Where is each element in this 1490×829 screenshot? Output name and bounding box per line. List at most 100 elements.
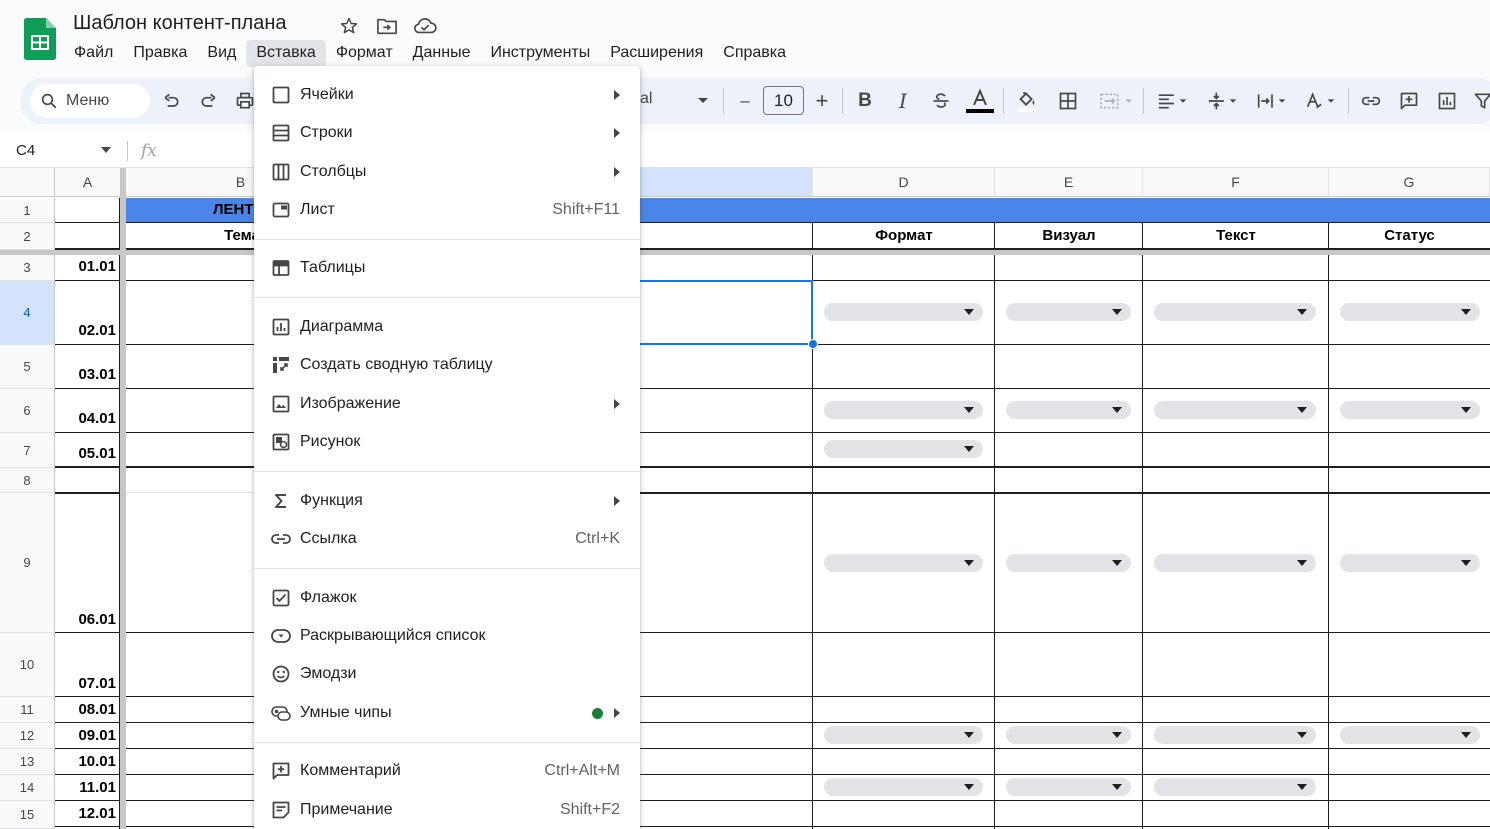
text-color-icon[interactable] [966,88,994,114]
insert-menu-item-chart[interactable]: Диаграмма [254,309,640,345]
filter-icon[interactable] [1470,88,1490,114]
menu-help[interactable]: Справка [713,40,796,67]
date-cell[interactable]: 04.01 [56,410,116,427]
dropdown-chip[interactable] [1154,554,1316,572]
dropdown-chip[interactable] [1340,726,1480,744]
column-header-g[interactable]: G [1329,168,1490,197]
dropdown-chip[interactable] [1340,303,1480,321]
insert-menu-item-comment[interactable]: Комментарий Ctrl+Alt+M [254,753,640,789]
menu-data[interactable]: Данные [403,40,481,67]
date-cell[interactable]: 07.01 [56,675,116,692]
cloud-saved-icon[interactable] [412,14,438,38]
increase-font-size-button[interactable]: + [809,88,835,114]
fill-color-icon[interactable] [1014,88,1040,114]
bold-icon[interactable]: B [852,88,878,114]
insert-menu-item-link[interactable]: Ссылка Ctrl+K [254,521,640,557]
insert-menu-item-smart-chips[interactable]: Умные чипы [254,695,640,731]
dropdown-chip[interactable] [824,401,983,419]
frozen-column-divider[interactable] [120,168,126,829]
date-cell[interactable]: 06.01 [56,611,116,628]
menu-view[interactable]: Вид [197,40,246,67]
date-cell[interactable]: 03.01 [56,366,116,383]
row-header-9[interactable]: 9 [0,493,55,633]
text-wrapping-icon[interactable] [1251,88,1293,114]
dropdown-chip[interactable] [1006,726,1131,744]
dropdown-chip[interactable] [824,554,983,572]
row-header-1[interactable]: 1 [0,198,55,223]
insert-menu-item-sheet[interactable]: Лист Shift+F11 [254,192,640,228]
date-cell[interactable]: 02.01 [56,322,116,339]
dropdown-chip[interactable] [824,778,983,796]
dropdown-chip[interactable] [1006,401,1131,419]
date-cell[interactable]: 11.01 [56,779,116,796]
selected-cell[interactable] [630,280,813,345]
undo-icon[interactable] [158,88,184,114]
menu-edit[interactable]: Правка [123,40,197,67]
dropdown-chip[interactable] [1340,554,1480,572]
menu-format[interactable]: Формат [326,40,403,67]
date-cell[interactable]: 10.01 [56,753,116,770]
document-title[interactable]: Шаблон контент-плана [73,12,287,35]
insert-menu-item-dropdown[interactable]: Раскрывающийся список [254,618,640,654]
row-header-8[interactable]: 8 [0,468,55,493]
insert-menu-item-checkbox[interactable]: Флажок [254,580,640,616]
menu-insert[interactable]: Вставка [246,40,326,67]
frozen-row-divider[interactable] [0,250,1490,255]
strikethrough-icon[interactable] [928,88,954,114]
dropdown-chip[interactable] [824,440,983,458]
dropdown-chip[interactable] [824,303,983,321]
dropdown-chip[interactable] [824,726,983,744]
row-header-5[interactable]: 5 [0,345,55,389]
date-cell[interactable]: 01.01 [56,258,116,275]
insert-menu-item-note[interactable]: Примечание Shift+F2 [254,792,640,828]
insert-chart-icon[interactable] [1434,88,1460,114]
date-cell[interactable]: 09.01 [56,727,116,744]
column-header-a[interactable]: A [55,168,121,197]
italic-icon[interactable]: I [890,88,916,114]
dropdown-chip[interactable] [1340,401,1480,419]
insert-menu-item-function[interactable]: Функция [254,483,640,519]
row-header-4[interactable]: 4 [0,281,55,345]
dropdown-chip[interactable] [1006,303,1131,321]
row-header-14[interactable]: 14 [0,775,55,801]
menu-tools[interactable]: Инструменты [480,40,600,67]
font-family-caret-icon[interactable] [690,88,716,114]
date-cell[interactable]: 08.01 [56,701,116,718]
row-header-13[interactable]: 13 [0,749,55,775]
insert-comment-icon[interactable] [1396,88,1422,114]
vertical-align-icon[interactable] [1202,88,1244,114]
font-size-input[interactable]: 10 [763,86,804,115]
insert-menu-item-columns[interactable]: Столбцы [254,154,640,190]
date-cell[interactable]: 05.01 [56,445,116,462]
dropdown-chip[interactable] [1154,726,1316,744]
horizontal-align-icon[interactable] [1152,88,1194,114]
redo-icon[interactable] [196,88,222,114]
date-cell[interactable]: 12.01 [56,805,116,822]
name-box-caret-icon[interactable] [101,147,111,153]
merge-cells-icon[interactable] [1094,88,1140,114]
dropdown-chip[interactable] [1006,778,1131,796]
dropdown-chip[interactable] [1154,778,1316,796]
menu-search-button[interactable]: Меню [30,84,150,118]
column-header-d[interactable]: D [813,168,995,197]
text-rotation-icon[interactable] [1300,88,1342,114]
row-header-15[interactable]: 15 [0,801,55,829]
dropdown-chip[interactable] [1154,303,1316,321]
insert-menu-item-drawing[interactable]: Рисунок [254,424,640,460]
insert-link-icon[interactable] [1358,88,1384,114]
fill-handle[interactable] [808,339,818,349]
select-all-corner[interactable] [0,168,55,197]
star-icon[interactable] [336,14,362,38]
row-header-3[interactable]: 3 [0,255,55,281]
sheets-logo-icon[interactable] [24,18,56,60]
name-box[interactable]: C4 [16,142,35,159]
decrease-font-size-button[interactable]: – [732,88,758,114]
insert-menu-item-pivot-table[interactable]: Создать сводную таблицу [254,347,640,383]
borders-icon[interactable] [1055,88,1081,114]
menu-extensions[interactable]: Расширения [600,40,713,67]
insert-menu-item-image[interactable]: Изображение [254,386,640,422]
insert-menu-item-cells[interactable]: Ячейки [254,77,640,113]
row-header-12[interactable]: 12 [0,723,55,749]
menu-file[interactable]: Файл [64,40,123,67]
column-header-f[interactable]: F [1143,168,1329,197]
